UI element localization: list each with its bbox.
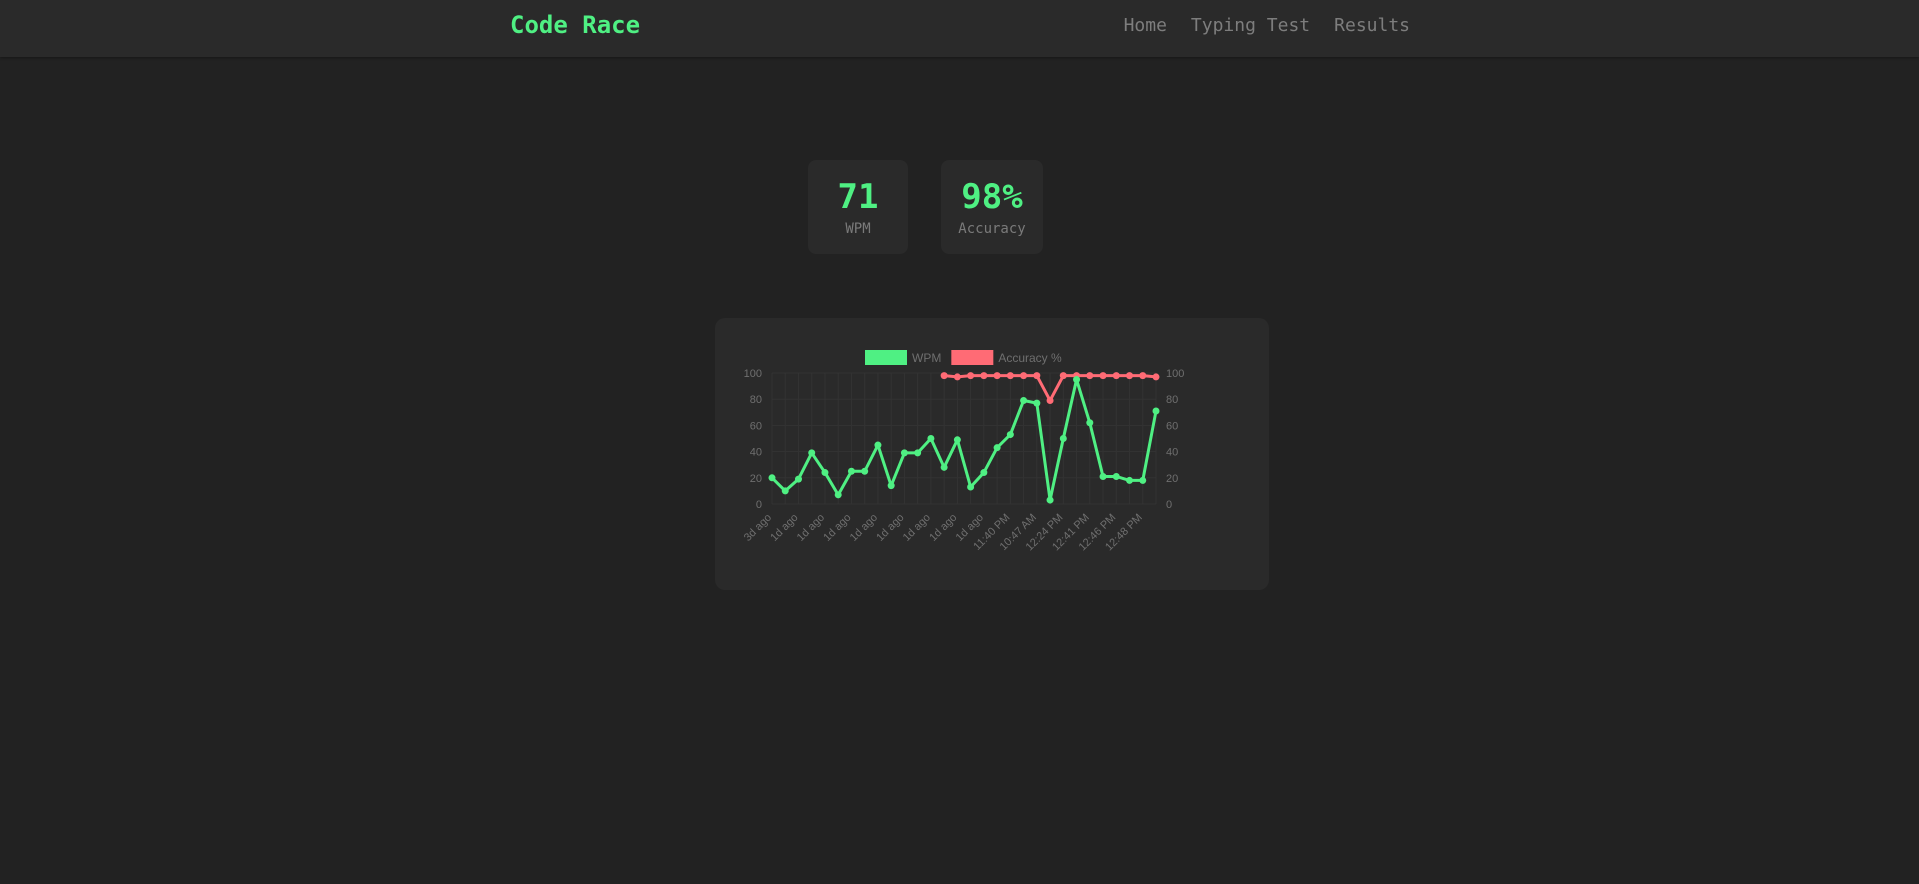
accuracy-data-point — [1139, 372, 1147, 380]
wpm-data-point — [1059, 435, 1067, 442]
wpm-data-point — [980, 469, 988, 477]
wpm-data-point — [1033, 399, 1041, 407]
wpm-data-point — [1126, 476, 1134, 484]
wpm-data-point — [1139, 476, 1147, 484]
y-axis-right-tick-label: 80 — [1166, 394, 1178, 406]
nav-typing-test-link[interactable]: Typing Test — [1191, 15, 1310, 36]
wpm-data-point — [1112, 472, 1120, 480]
accuracy-data-point — [1152, 373, 1160, 381]
wpm-data-point — [887, 482, 895, 490]
wpm-data-point — [900, 449, 908, 457]
wpm-data-point — [1152, 407, 1160, 415]
x-axis-tick-label: 1d ago — [795, 512, 827, 544]
wpm-series-line — [770, 378, 1158, 502]
wpm-data-point — [967, 483, 975, 491]
accuracy-data-point — [1006, 372, 1014, 380]
nav-results-link[interactable]: Results — [1334, 15, 1410, 36]
wpm-legend-swatch — [865, 350, 907, 365]
wpm-data-point — [1086, 419, 1094, 427]
wpm-data-point — [861, 467, 869, 475]
wpm-data-point — [1006, 431, 1014, 439]
x-axis-tick-label: 1d ago — [768, 512, 800, 544]
wpm-data-point — [993, 444, 1001, 452]
wpm-data-point — [808, 449, 816, 457]
wpm-data-point — [914, 449, 922, 457]
accuracy-value: 98% — [961, 177, 1023, 217]
wpm-data-point — [834, 491, 842, 499]
wpm-data-point — [1046, 496, 1054, 504]
wpm-data-point — [874, 441, 882, 449]
y-axis-right-tick-label: 60 — [1166, 420, 1178, 432]
y-axis-left-tick-label: 0 — [756, 499, 762, 511]
accuracy-data-point — [1059, 372, 1067, 380]
wpm-data-point — [1073, 376, 1081, 384]
x-axis-tick-label: 1d ago — [927, 512, 959, 544]
accuracy-data-point — [1099, 372, 1107, 380]
wpm-data-point — [953, 436, 961, 444]
accuracy-label: Accuracy — [958, 221, 1026, 237]
x-axis-tick-label: 1d ago — [874, 512, 906, 544]
brand-logo-link[interactable]: Code Race — [510, 11, 640, 39]
y-axis-right-tick-label: 40 — [1166, 447, 1178, 459]
accuracy-data-point — [940, 372, 948, 380]
results-line-chart: 0 020 2040 4060 6080 80100 1003d ago1d ago1d a… — [742, 350, 1184, 553]
wpm-data-point — [927, 435, 935, 442]
accuracy-data-point — [1126, 372, 1134, 380]
wpm-stat-card: 71 WPM — [808, 160, 908, 254]
y-axis-left-tick-label: 40 — [750, 447, 762, 459]
x-axis-tick-label: 1d ago — [901, 512, 933, 544]
accuracy-data-point — [980, 372, 988, 380]
accuracy-legend-swatch — [951, 350, 994, 365]
results-chart-card: 0 0 20 20 40 40 60 60 80 80 100 100 3d ago 1d ago 1d a… — [715, 318, 1269, 590]
accuracy-data-point — [1046, 397, 1054, 405]
y-axis-right-tick-label: 20 — [1166, 473, 1178, 485]
accuracy-stat-card: 98% Accuracy — [941, 160, 1043, 254]
wpm-data-point — [1020, 397, 1028, 405]
top-navbar: Code Race Home Typing Test Results — [0, 0, 1919, 57]
x-axis-tick-label: 1d ago — [848, 512, 880, 544]
wpm-value: 71 — [837, 177, 879, 217]
wpm-data-point — [781, 487, 789, 495]
accuracy-data-point — [993, 372, 1001, 380]
x-axis-tick-label: 1d ago — [821, 512, 853, 544]
y-axis-left-tick-label: 20 — [750, 473, 762, 485]
wpm-data-point — [768, 474, 776, 482]
wpm-data-point — [794, 475, 802, 483]
accuracy-data-point — [1086, 372, 1094, 380]
wpm-label: WPM — [845, 221, 871, 237]
y-axis-left-tick-label: 100 — [744, 368, 762, 380]
wpm-data-point — [1099, 472, 1107, 480]
wpm-data-point — [940, 463, 948, 471]
accuracy-data-point — [1112, 372, 1120, 380]
wpm-data-point — [847, 467, 855, 475]
accuracy-data-point — [953, 373, 961, 381]
y-axis-left-tick-label: 60 — [750, 420, 762, 432]
wpm-data-point — [821, 469, 829, 477]
accuracy-data-point — [1033, 372, 1041, 380]
wpm-legend-label: WPM — [912, 351, 941, 365]
y-axis-left-tick-label: 80 — [750, 394, 762, 406]
x-axis-tick-label: 3d ago — [742, 512, 774, 544]
y-axis-right-tick-label: 0 — [1166, 499, 1172, 511]
main-nav: Home Typing Test Results — [1124, 15, 1410, 36]
accuracy-data-point — [967, 372, 975, 380]
accuracy-legend-label: Accuracy % — [998, 351, 1062, 365]
nav-home-link[interactable]: Home — [1124, 15, 1167, 36]
accuracy-data-point — [1020, 372, 1028, 380]
y-axis-right-tick-label: 100 — [1166, 368, 1184, 380]
